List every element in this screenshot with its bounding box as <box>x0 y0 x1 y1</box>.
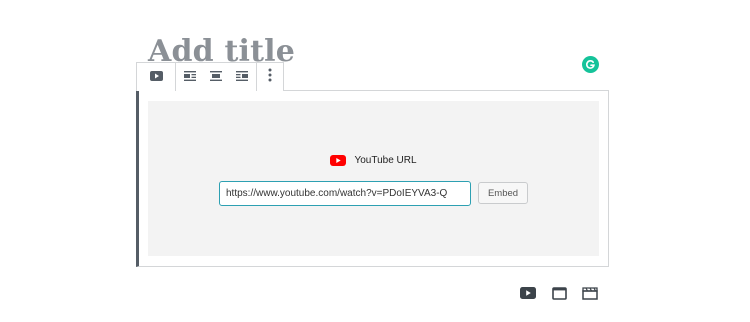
youtube-logo-icon <box>330 155 347 166</box>
embed-placeholder: YouTube URL Embed <box>148 101 599 256</box>
url-input[interactable] <box>219 181 471 206</box>
block-type-button[interactable] <box>137 63 175 91</box>
youtube-icon[interactable] <box>519 285 537 301</box>
more-options-button[interactable] <box>256 63 283 91</box>
video-clapper-icon[interactable] <box>581 285 599 301</box>
align-right-icon <box>235 68 248 86</box>
align-center-button[interactable] <box>203 63 229 91</box>
align-right-button[interactable] <box>229 63 255 91</box>
inserter-icons <box>519 285 599 301</box>
align-left-button[interactable] <box>177 63 203 91</box>
youtube-icon <box>149 68 163 86</box>
embed-button[interactable]: Embed <box>478 182 528 204</box>
embed-label: YouTube URL <box>148 155 599 166</box>
align-center-icon <box>209 68 222 86</box>
more-options-icon <box>268 68 272 87</box>
block-toolbar <box>136 62 284 91</box>
grammarly-icon[interactable] <box>582 56 599 73</box>
window-icon[interactable] <box>550 285 568 301</box>
embed-label-text: YouTube URL <box>354 155 417 166</box>
align-left-icon <box>183 68 196 86</box>
